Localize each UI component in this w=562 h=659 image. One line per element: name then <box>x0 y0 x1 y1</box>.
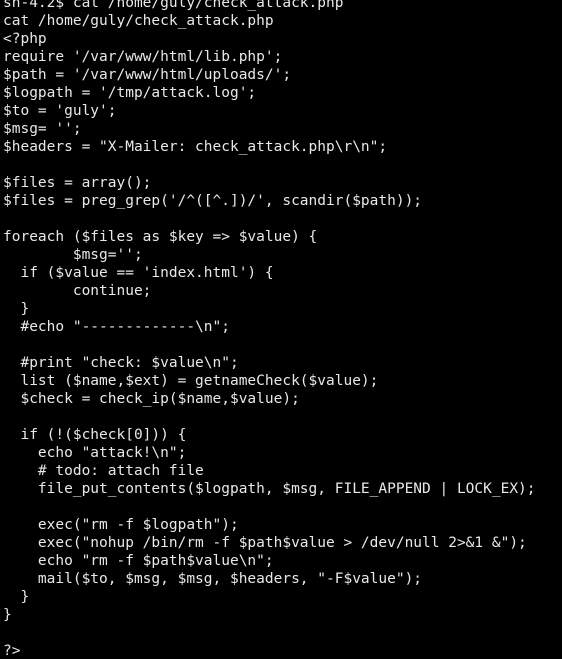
terminal-line: require '/var/www/html/lib.php'; <box>3 49 283 65</box>
terminal-line: echo "attack!\n"; <box>3 445 187 461</box>
shell-prompt-line: sh-4.2$ cat /home/guly/check_attack.php <box>3 0 344 11</box>
terminal-line: $logpath = '/tmp/attack.log'; <box>3 85 257 101</box>
terminal-line: } <box>3 301 30 317</box>
terminal-line: } <box>3 589 30 605</box>
terminal-line: $files = array(); <box>3 175 152 191</box>
terminal-line: $msg=''; <box>3 247 143 263</box>
terminal-line: $headers = "X-Mailer: check_attack.php\r… <box>3 139 388 155</box>
terminal-line: $msg= ''; <box>3 121 82 137</box>
terminal-line: $to = 'guly'; <box>3 103 117 119</box>
terminal-line: continue; <box>3 283 152 299</box>
terminal-line: if (!($check[0])) { <box>3 427 187 443</box>
terminal-line: <?php <box>3 31 47 47</box>
terminal-line: list ($name,$ext) = getnameCheck($value)… <box>3 373 379 389</box>
terminal-line: } <box>3 607 12 623</box>
terminal-line: file_put_contents($logpath, $msg, FILE_A… <box>3 481 536 497</box>
terminal-line: #echo "-------------\n"; <box>3 319 230 335</box>
terminal-window[interactable]: sh-4.2$ cat /home/guly/check_attack.phpc… <box>0 0 562 659</box>
terminal-line: exec("nohup /bin/rm -f $path$value > /de… <box>3 535 527 551</box>
terminal-line: cat /home/guly/check_attack.php <box>3 13 274 29</box>
terminal-line: $path = '/var/www/html/uploads/'; <box>3 67 292 83</box>
terminal-line: # todo: attach file <box>3 463 204 479</box>
terminal-line: $files = preg_grep('/^([^.])/', scandir(… <box>3 193 423 209</box>
terminal-line: ?> <box>3 643 21 659</box>
terminal-line: foreach ($files as $key => $value) { <box>3 229 318 245</box>
terminal-line: mail($to, $msg, $msg, $headers, "-F$valu… <box>3 571 423 587</box>
terminal-line: #print "check: $value\n"; <box>3 355 239 371</box>
terminal-output: sh-4.2$ cat /home/guly/check_attack.phpc… <box>3 0 536 659</box>
terminal-line: if ($value == 'index.html') { <box>3 265 274 281</box>
terminal-line: echo "rm -f $path$value\n"; <box>3 553 274 569</box>
terminal-line: $check = check_ip($name,$value); <box>3 391 300 407</box>
terminal-line: exec("rm -f $logpath"); <box>3 517 239 533</box>
